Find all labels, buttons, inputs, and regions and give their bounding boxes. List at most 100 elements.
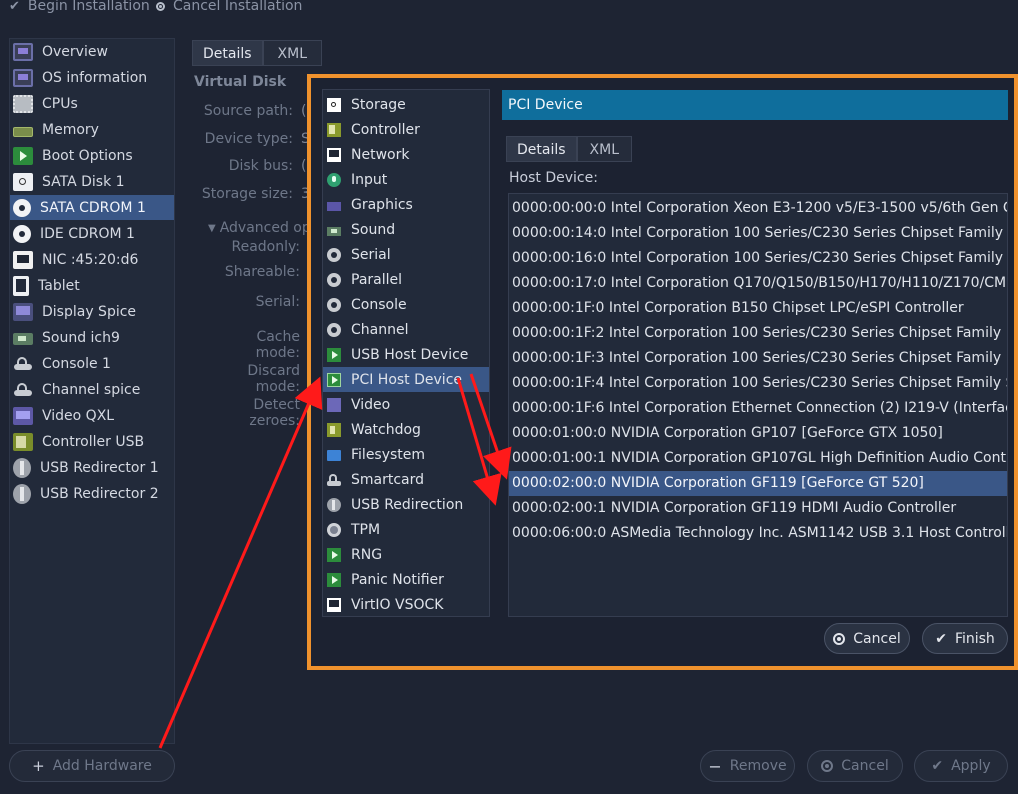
hardware-type-virtio-vsock[interactable]: VirtIO VSOCK <box>323 592 489 617</box>
dialog-tab-details[interactable]: Details <box>506 136 577 162</box>
hardware-type-input[interactable]: Input <box>323 167 489 192</box>
sidebar-item-channel-spice[interactable]: Channel spice <box>10 377 174 402</box>
hardware-type-channel[interactable]: Channel <box>323 317 489 342</box>
sidebar-item-memory[interactable]: Memory <box>10 117 174 142</box>
list-item[interactable]: 0000:00:1F:3 Intel Corporation 100 Serie… <box>509 346 1007 371</box>
console-icon <box>327 297 341 312</box>
list-item-selected[interactable]: 0000:02:00:0 NVIDIA Corporation GF119 [G… <box>509 471 1007 496</box>
sidebar-item-label: Controller USB <box>42 433 145 450</box>
list-item[interactable]: 0000:00:1F:0 Intel Corporation B150 Chip… <box>509 296 1007 321</box>
sidebar-item-video-qxl[interactable]: Video QXL <box>10 403 174 428</box>
list-item[interactable]: 0000:00:1F:2 Intel Corporation 100 Serie… <box>509 321 1007 346</box>
checkmark-icon: ✔ <box>9 0 20 14</box>
tablet-icon <box>13 275 29 296</box>
list-item[interactable]: 0000:02:00:1 NVIDIA Corporation GF119 HD… <box>509 496 1007 521</box>
discard-mode-label: Discard mode: <box>247 363 300 395</box>
sidebar-item-usb-redirector-1[interactable]: USB Redirector 1 <box>10 455 174 480</box>
sound-icon <box>13 333 33 345</box>
triangle-down-icon: ▼ <box>208 223 216 234</box>
rng-icon <box>327 547 341 562</box>
controller-icon <box>327 122 341 137</box>
cancel-installation-button[interactable]: Cancel Installation <box>156 0 302 14</box>
add-hardware-button[interactable]: + Add Hardware <box>9 750 175 782</box>
hardware-type-rng[interactable]: RNG <box>323 542 489 567</box>
remove-button[interactable]: − Remove <box>700 750 795 782</box>
tab-details[interactable]: Details <box>192 40 263 66</box>
tab-xml[interactable]: XML <box>262 40 323 66</box>
begin-installation-button[interactable]: ✔ Begin Installation <box>9 0 150 14</box>
sidebar-item-label: Channel spice <box>42 381 141 398</box>
hardware-type-controller[interactable]: Controller <box>323 117 489 142</box>
hardware-type-parallel[interactable]: Parallel <box>323 267 489 292</box>
list-item[interactable]: 0000:00:14:0 Intel Corporation 100 Serie… <box>509 221 1007 246</box>
sidebar-item-ide-cdrom-1[interactable]: IDE CDROM 1 <box>10 221 174 246</box>
sidebar-item-sata-cdrom-1[interactable]: SATA CDROM 1 <box>10 195 174 220</box>
sidebar-item-tablet[interactable]: Tablet <box>10 273 174 298</box>
os-info-icon <box>13 68 33 87</box>
hardware-type-graphics[interactable]: Graphics <box>323 192 489 217</box>
sidebar-item-os-information[interactable]: OS information <box>10 65 174 90</box>
advanced-options-expander[interactable]: ▼ Advanced op <box>208 220 311 238</box>
cancel-icon <box>821 760 834 772</box>
hardware-sidebar: Overview OS information CPUs Memory Boot… <box>9 38 175 744</box>
hardware-type-pci-host-device[interactable]: PCI Host Device <box>323 367 489 392</box>
channel-icon <box>13 381 33 399</box>
sidebar-item-sata-disk-1[interactable]: SATA Disk 1 <box>10 169 174 194</box>
hardware-type-network[interactable]: Network <box>323 142 489 167</box>
hardware-type-usb-redirection[interactable]: USB Redirection <box>323 492 489 517</box>
sidebar-item-controller-usb[interactable]: Controller USB <box>10 429 174 454</box>
sidebar-item-label: NIC :45:20:d6 <box>42 251 139 268</box>
hardware-type-tpm[interactable]: TPM <box>323 517 489 542</box>
section-title: Virtual Disk <box>194 74 287 90</box>
hardware-type-filesystem[interactable]: Filesystem <box>323 442 489 467</box>
plus-icon: + <box>32 757 45 775</box>
hardware-type-video[interactable]: Video <box>323 392 489 417</box>
sidebar-item-nic[interactable]: NIC :45:20:d6 <box>10 247 174 272</box>
hardware-type-smartcard[interactable]: Smartcard <box>323 467 489 492</box>
memory-icon <box>13 126 33 137</box>
sidebar-item-label: Console 1 <box>42 355 111 372</box>
list-item[interactable]: 0000:00:00:0 Intel Corporation Xeon E3-1… <box>509 196 1007 221</box>
hardware-type-console[interactable]: Console <box>323 292 489 317</box>
list-item[interactable]: 0000:00:16:0 Intel Corporation 100 Serie… <box>509 246 1007 271</box>
dialog-cancel-button[interactable]: Cancel <box>824 623 910 654</box>
list-item[interactable]: 0000:00:1F:6 Intel Corporation Ethernet … <box>509 396 1007 421</box>
nic-icon <box>13 250 33 269</box>
list-item[interactable]: 0000:00:1F:4 Intel Corporation 100 Serie… <box>509 371 1007 396</box>
hardware-type-storage[interactable]: Storage <box>323 92 489 117</box>
list-item[interactable]: 0000:01:00:1 NVIDIA Corporation GP107GL … <box>509 446 1007 471</box>
source-path-value[interactable]: ( <box>301 103 306 119</box>
sidebar-item-label: Boot Options <box>42 147 133 164</box>
hardware-type-usb-host-device[interactable]: USB Host Device <box>323 342 489 367</box>
cancel-changes-button[interactable]: Cancel <box>807 750 903 782</box>
remove-label: Remove <box>729 758 787 774</box>
list-item[interactable]: 0000:00:17:0 Intel Corporation Q170/Q150… <box>509 271 1007 296</box>
hardware-type-serial[interactable]: Serial <box>323 242 489 267</box>
controller-icon <box>13 432 33 451</box>
hardware-type-watchdog[interactable]: Watchdog <box>323 417 489 442</box>
sidebar-item-console-1[interactable]: Console 1 <box>10 351 174 376</box>
list-item[interactable]: 0000:06:00:0 ASMedia Technology Inc. ASM… <box>509 521 1007 546</box>
sidebar-item-sound-ich9[interactable]: Sound ich9 <box>10 325 174 350</box>
finish-button[interactable]: ✔ Finish <box>922 623 1008 654</box>
sidebar-item-cpus[interactable]: CPUs <box>10 91 174 116</box>
cache-mode-label: Cache mode: <box>255 329 300 361</box>
sidebar-item-boot-options[interactable]: Boot Options <box>10 143 174 168</box>
hardware-type-label: Serial <box>351 246 391 263</box>
video-icon <box>13 406 33 425</box>
dialog-tab-xml[interactable]: XML <box>576 136 633 162</box>
sidebar-item-display-spice[interactable]: Display Spice <box>10 299 174 324</box>
hardware-type-label: Storage <box>351 96 406 113</box>
cpu-icon <box>13 94 33 113</box>
checkmark-icon: ✔ <box>935 630 947 647</box>
hardware-type-label: Controller <box>351 121 420 138</box>
sidebar-item-overview[interactable]: Overview <box>10 39 174 64</box>
list-item[interactable]: 0000:01:00:0 NVIDIA Corporation GP107 [G… <box>509 421 1007 446</box>
sidebar-item-usb-redirector-2[interactable]: USB Redirector 2 <box>10 481 174 506</box>
apply-button[interactable]: ✔ Apply <box>914 750 1008 782</box>
add-hardware-label: Add Hardware <box>52 758 152 774</box>
hardware-type-panic-notifier[interactable]: Panic Notifier <box>323 567 489 592</box>
hardware-type-sound[interactable]: Sound <box>323 217 489 242</box>
hardware-type-label: Panic Notifier <box>351 571 444 588</box>
disk-bus-value[interactable]: ( <box>301 158 306 174</box>
